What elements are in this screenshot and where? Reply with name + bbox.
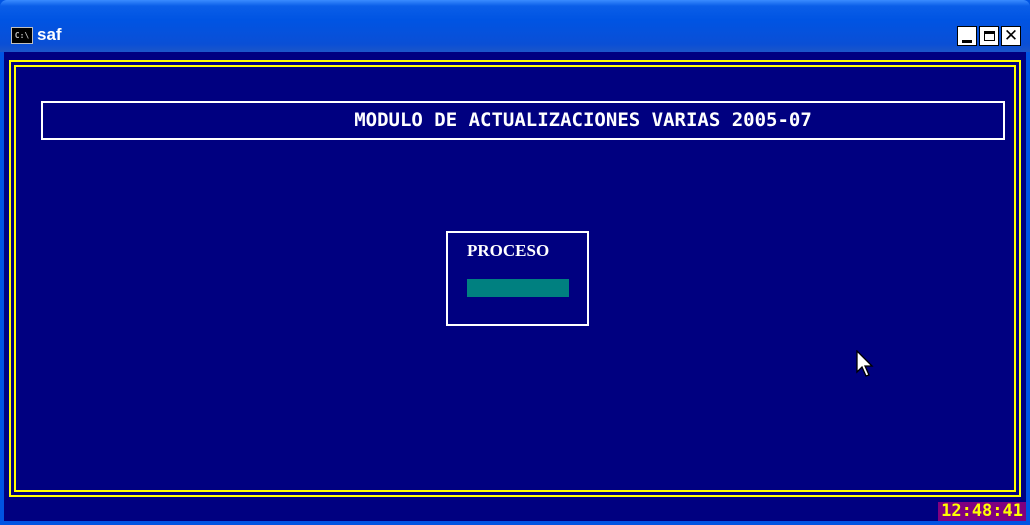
window-title: saf: [37, 25, 62, 44]
close-button[interactable]: ✕: [1001, 26, 1021, 46]
module-title: MODULO DE ACTUALIZACIONES VARIAS 2005-07: [41, 101, 1005, 140]
process-dialog: PROCESO: [446, 231, 589, 326]
progress-fill: [467, 279, 569, 297]
mouse-cursor-icon: [856, 350, 874, 377]
process-label: PROCESO: [467, 241, 550, 260]
minimize-icon: [962, 39, 972, 43]
maximize-icon: [983, 31, 995, 41]
maximize-button[interactable]: [979, 26, 999, 46]
console-area[interactable]: MODULO DE ACTUALIZACIONES VARIAS 2005-07…: [4, 52, 1026, 521]
close-icon: ✕: [1003, 26, 1019, 46]
console-icon[interactable]: C:\: [11, 27, 33, 44]
console-window: C:\ saf ✕ MODULO DE ACTUALIZACIONES VARI…: [0, 0, 1030, 525]
clock: 12:48:41: [938, 502, 1026, 521]
progress-bar: [467, 279, 569, 297]
title-bar[interactable]: C:\ saf ✕: [0, 0, 1030, 52]
minimize-button[interactable]: [957, 26, 977, 46]
